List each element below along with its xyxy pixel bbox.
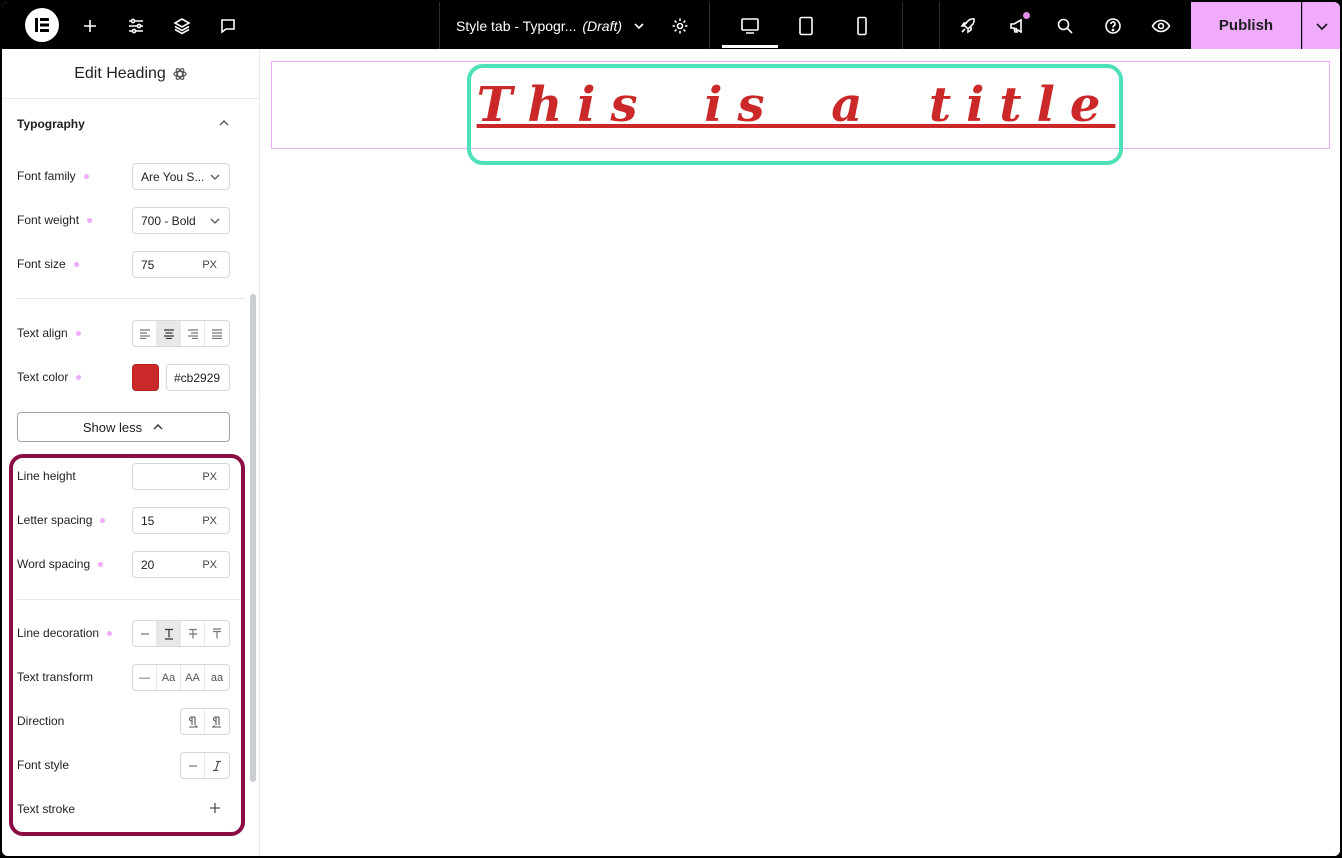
chevron-down-icon [1315,22,1328,30]
rocket-icon[interactable] [954,2,982,49]
document-title[interactable]: Style tab - Typogr... (Draft) [456,2,646,49]
announcements-megaphone-icon[interactable] [1003,2,1031,49]
app-window: Style tab - Typogr... (Draft) Publish Ed… [2,2,1340,856]
top-bar: Style tab - Typogr... (Draft) Publish [2,2,1340,49]
elementor-logo-icon[interactable] [25,8,59,42]
chevron-down-icon [210,174,220,180]
show-less-button[interactable]: Show less [17,412,230,442]
separator [709,2,710,49]
active-device-indicator [722,45,778,48]
structure-layers-icon[interactable] [168,2,196,49]
comments-icon[interactable] [214,2,242,49]
chevron-up-icon[interactable] [217,116,231,130]
font-size-label: Font size [17,257,79,271]
chevron-down-icon [210,218,220,224]
panel-title: Edit Heading [74,64,166,82]
font-weight-value: 700 - Bold [141,213,196,228]
font-weight-label: Font weight [17,213,93,227]
preview-eye-icon[interactable] [1147,2,1175,49]
font-size-input[interactable]: 75 PX [132,251,230,278]
editor-panel: Edit Heading Typography Font family Are … [2,49,260,856]
divider [17,298,245,299]
align-justify-icon[interactable] [205,321,229,346]
doc-title-text: Style tab - Typogr... [456,17,577,34]
desktop-device-icon[interactable] [736,2,764,49]
notification-badge [1023,12,1030,19]
responsive-dot [87,217,93,223]
show-less-label: Show less [82,419,143,435]
mobile-device-icon[interactable] [848,2,876,49]
responsive-dot [76,374,82,380]
preview-canvas: This is a title [261,49,1340,856]
separator [439,2,440,49]
publish-button[interactable]: Publish [1191,2,1301,49]
panel-header: Edit Heading [2,49,260,99]
tablet-device-icon[interactable] [792,2,820,49]
responsive-dot [75,330,81,336]
font-family-value: Are You S... [141,169,205,184]
responsive-dot [73,261,79,267]
publish-options-button[interactable] [1302,2,1340,49]
ai-sparkle-icon[interactable] [172,66,188,82]
font-family-select[interactable]: Are You S... [132,163,230,190]
font-size-value: 75 [141,257,155,272]
text-color-value: #cb2929 [174,370,221,385]
text-color-label: Text color [17,370,82,384]
separator [902,2,903,49]
font-family-label: Font family [17,169,89,183]
separator [939,2,940,49]
chevron-up-icon [153,424,163,430]
font-weight-select[interactable]: 700 - Bold [132,207,230,234]
text-align-group [132,320,230,347]
font-size-unit[interactable]: PX [202,259,217,271]
text-color-swatch[interactable] [132,364,159,391]
align-left-icon[interactable] [133,321,157,346]
text-color-hex-input[interactable]: #cb2929 [166,364,230,391]
highlight-annotation-box [9,454,245,836]
highlight-annotation-box [467,64,1123,165]
text-align-label: Text align [17,326,81,340]
help-icon[interactable] [1099,2,1127,49]
align-right-icon[interactable] [181,321,205,346]
site-settings-icon[interactable] [122,2,150,49]
doc-status: (Draft) [582,17,623,34]
responsive-dot [83,173,89,179]
search-icon[interactable] [1051,2,1079,49]
typography-section-title[interactable]: Typography [17,117,85,131]
add-element-icon[interactable] [76,2,104,49]
panel-scrollbar[interactable] [250,294,256,782]
page-settings-gear-icon[interactable] [666,2,694,49]
align-center-icon[interactable] [157,321,181,346]
chevron-down-icon [634,22,644,29]
